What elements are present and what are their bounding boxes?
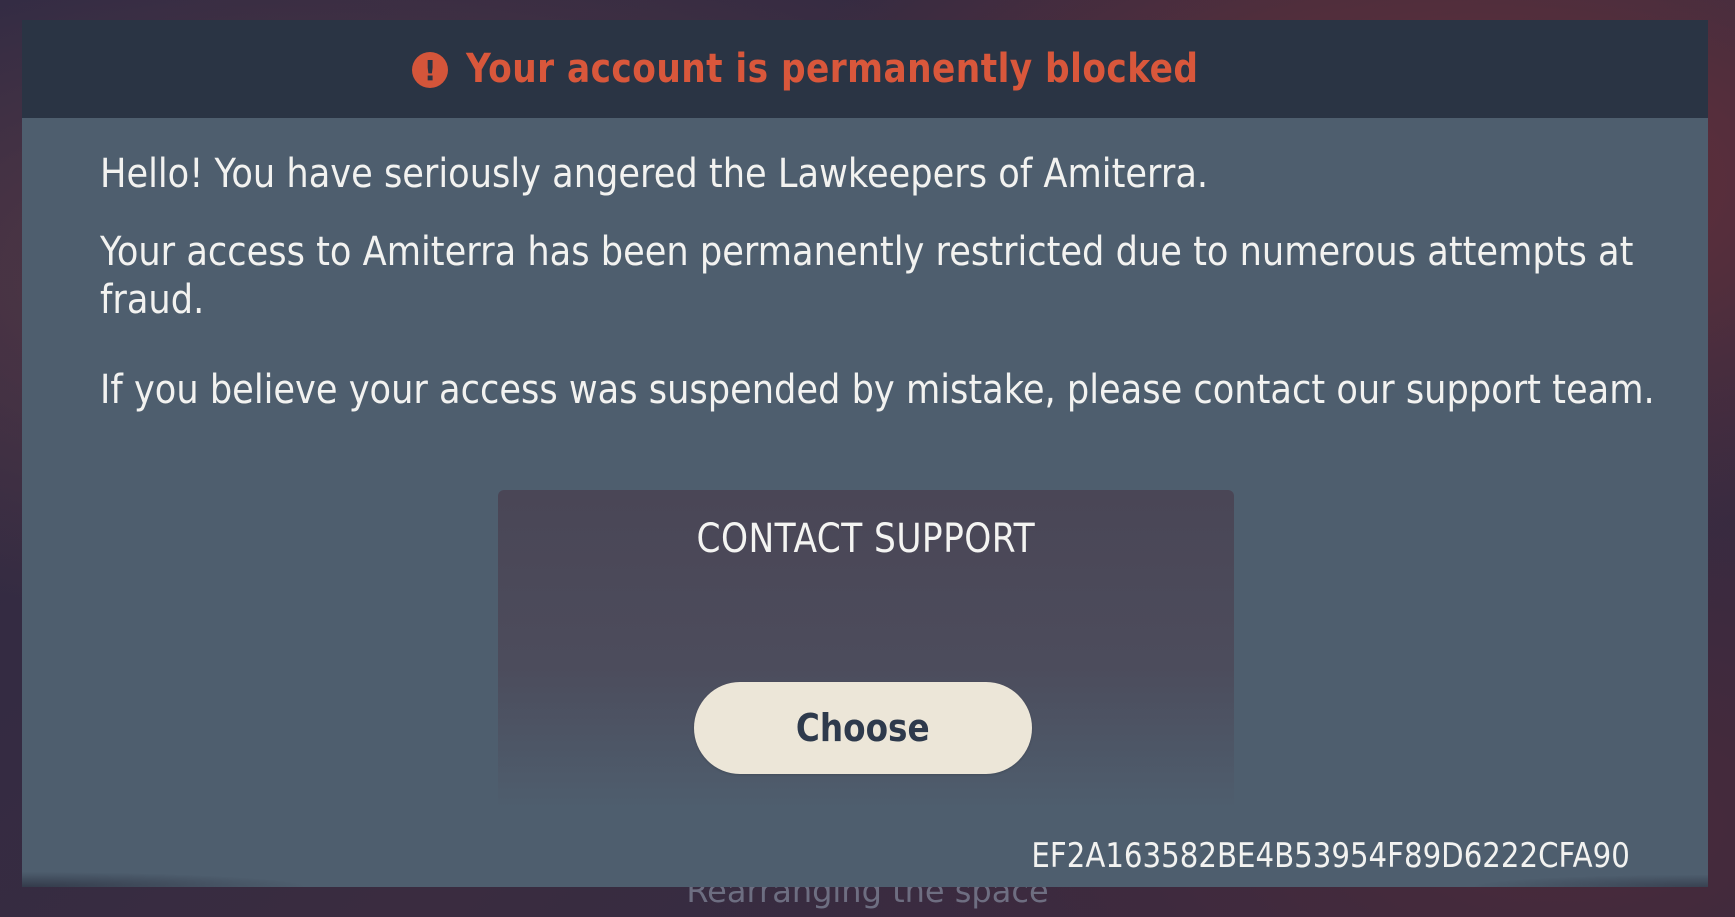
choose-button[interactable]: Choose bbox=[694, 682, 1032, 774]
alert-exclamation-icon: ! bbox=[412, 52, 449, 88]
dialog-header: ! Your account is permanently blocked bbox=[22, 20, 1708, 118]
greeting-text: Hello! You have seriously angered the La… bbox=[100, 151, 1209, 197]
account-blocked-dialog: ! Your account is permanently blocked He… bbox=[22, 20, 1708, 887]
contact-support-card: CONTACT SUPPORT Choose bbox=[498, 490, 1234, 810]
appeal-text: If you believe your access was suspended… bbox=[100, 367, 1655, 413]
restriction-text: Your access to Amiterra has been permane… bbox=[100, 229, 1634, 323]
contact-support-title: CONTACT SUPPORT bbox=[696, 516, 1036, 562]
dialog-title: Your account is permanently blocked bbox=[466, 46, 1199, 92]
session-id: EF2A163582BE4B53954F89D6222CFA90 bbox=[1031, 836, 1630, 876]
